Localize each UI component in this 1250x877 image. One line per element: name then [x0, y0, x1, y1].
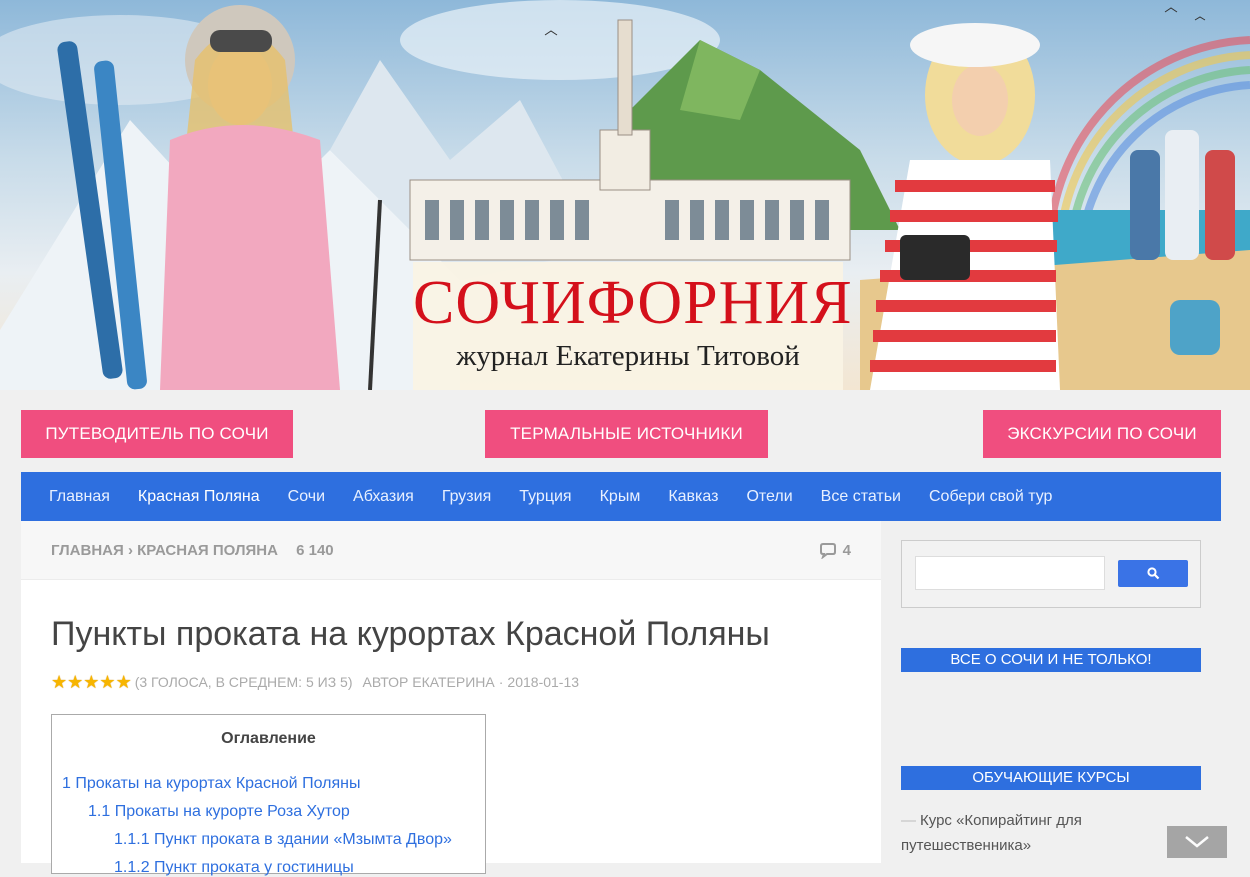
toc-item[interactable]: 1 Прокаты на курортах Красной Поляны	[62, 775, 360, 793]
breadcrumb-bar: ГЛАВНАЯ › КРАСНАЯ ПОЛЯНА 6 140 4	[21, 521, 881, 580]
breadcrumb-section[interactable]: КРАСНАЯ ПОЛЯНА	[137, 542, 278, 559]
star-icon[interactable]: ★	[116, 673, 132, 691]
toc-item[interactable]: 1.1.2 Пункт проката у гостиницы	[114, 859, 354, 877]
rating-stars[interactable]: ★ ★ ★ ★ ★	[51, 673, 132, 691]
nav-item-hotels[interactable]: Отели	[746, 488, 792, 506]
comments-link[interactable]: 4	[819, 542, 851, 559]
breadcrumb: ГЛАВНАЯ › КРАСНАЯ ПОЛЯНА 6 140	[51, 542, 334, 559]
meta-separator: ·	[498, 674, 504, 690]
list-dash: —	[901, 812, 916, 829]
nav-item-all-articles[interactable]: Все статьи	[821, 488, 901, 506]
guide-sochi-button[interactable]: ПУТЕВОДИТЕЛЬ ПО СОЧИ	[21, 410, 293, 458]
main-nav: Главная Красная Поляна Сочи Абхазия Груз…	[21, 472, 1221, 521]
course-link-label: Курс «Копирайтинг для путешественника»	[901, 812, 1082, 854]
view-count: 6 140	[296, 542, 334, 559]
nav-item-crimea[interactable]: Крым	[600, 488, 641, 506]
nav-item-caucasus[interactable]: Кавказ	[668, 488, 718, 506]
chevron-down-icon	[1185, 836, 1209, 848]
widget-title-all-about-sochi: ВСЕ О СОЧИ И НЕ ТОЛЬКО!	[901, 648, 1201, 672]
rating-text: (3 ГОЛОСА, В СРЕДНЕМ: 5 ИЗ 5)	[134, 674, 353, 690]
article-author: АВТОР ЕКАТЕРИНА	[362, 674, 495, 690]
sidebar: ВСЕ О СОЧИ И НЕ ТОЛЬКО! ОБУЧАЮЩИЕ КУРСЫ …	[881, 521, 1221, 863]
nav-item-abkhazia[interactable]: Абхазия	[353, 488, 414, 506]
featured-links: ПУТЕВОДИТЕЛЬ ПО СОЧИ ТЕРМАЛЬНЫЕ ИСТОЧНИК…	[21, 410, 1221, 458]
widget-title-courses: ОБУЧАЮЩИЕ КУРСЫ	[901, 766, 1201, 790]
course-link[interactable]: — Курс «Копирайтинг для путешественника»	[901, 808, 1201, 858]
star-icon[interactable]: ★	[83, 673, 99, 691]
site-subtitle: журнал Екатерины Титовой	[456, 340, 800, 372]
excursions-button[interactable]: ЭКСКУРСИИ ПО СОЧИ	[983, 410, 1221, 458]
header-banner[interactable]: СОЧИФОРНИЯ журнал Екатерины Титовой	[0, 0, 1250, 390]
nav-item-turkey[interactable]: Турция	[519, 488, 571, 506]
nav-item-krasnaya-polyana[interactable]: Красная Поляна	[138, 488, 260, 506]
toc-heading: Оглавление	[221, 730, 316, 747]
star-icon[interactable]: ★	[67, 673, 83, 691]
article-title: Пункты проката на курортах Красной Полян…	[51, 615, 770, 653]
nav-item-georgia[interactable]: Грузия	[442, 488, 491, 506]
search-button[interactable]	[1118, 560, 1188, 587]
toc-item[interactable]: 1.1.1 Пункт проката в здании «Мзымта Дво…	[114, 831, 452, 849]
scroll-toggle-button[interactable]	[1167, 826, 1227, 858]
site-title: СОЧИФОРНИЯ	[413, 269, 853, 337]
table-of-contents: Оглавление 1 Прокаты на курортах Красной…	[51, 714, 486, 877]
comment-count: 4	[842, 542, 851, 559]
article-meta: ★ ★ ★ ★ ★ (3 ГОЛОСА, В СРЕДНЕМ: 5 ИЗ 5) …	[51, 673, 580, 691]
nav-item-home[interactable]: Главная	[49, 488, 110, 506]
article-date: 2018-01-13	[507, 674, 580, 690]
star-icon[interactable]: ★	[51, 673, 67, 691]
star-icon[interactable]: ★	[99, 673, 115, 691]
toc-item[interactable]: 1.1 Прокаты на курорте Роза Хутор	[88, 803, 350, 821]
search-widget	[901, 540, 1201, 608]
nav-item-build-tour[interactable]: Собери свой тур	[929, 488, 1052, 506]
main-content: ГЛАВНАЯ › КРАСНАЯ ПОЛЯНА 6 140 4 Пункты …	[21, 521, 881, 876]
nav-item-sochi[interactable]: Сочи	[288, 488, 325, 506]
breadcrumb-separator: ›	[127, 542, 133, 559]
comment-icon	[819, 542, 836, 559]
thermal-springs-button[interactable]: ТЕРМАЛЬНЫЕ ИСТОЧНИКИ	[485, 410, 768, 458]
site-logo[interactable]: СОЧИФОРНИЯ журнал Екатерины Титовой	[413, 262, 853, 390]
breadcrumb-home[interactable]: ГЛАВНАЯ	[51, 542, 124, 559]
search-input[interactable]	[915, 556, 1105, 590]
search-icon	[1146, 567, 1159, 580]
